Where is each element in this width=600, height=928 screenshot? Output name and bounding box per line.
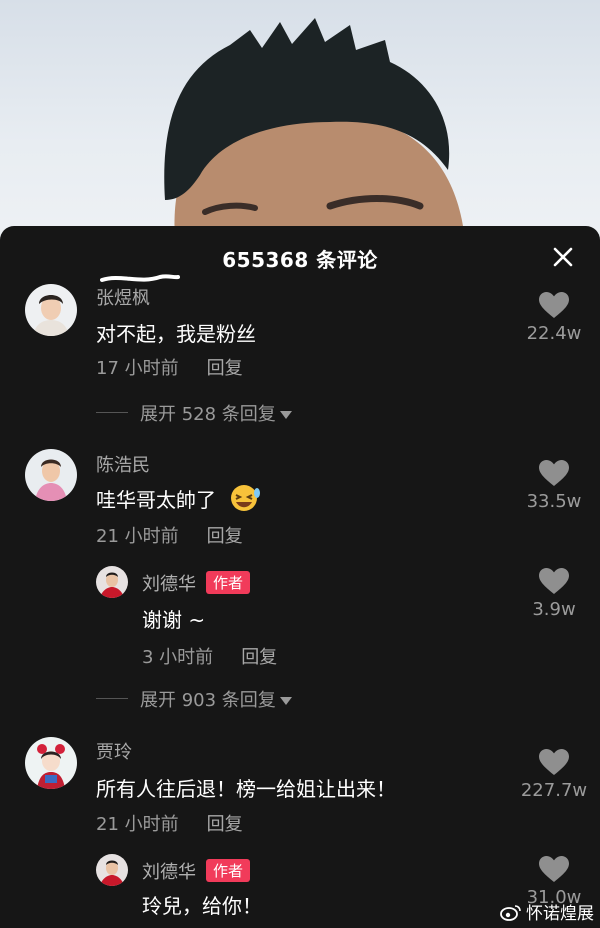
watermark-text: 怀诺煌展	[526, 904, 594, 924]
watermark: 怀诺煌展	[500, 899, 594, 924]
divider-line	[96, 698, 128, 699]
comment-text-row: 哇华哥太帥了	[96, 483, 262, 513]
reply-time: 3 小时前	[142, 647, 214, 668]
like-count: 3.9w	[532, 599, 576, 620]
reply-text: 谢谢 ~	[142, 608, 206, 632]
like-button[interactable]: 3.9w	[516, 568, 592, 620]
comment-username[interactable]: 张煜枫	[96, 284, 150, 310]
like-count: 33.5w	[526, 491, 582, 512]
reply-button[interactable]: 回复	[207, 358, 243, 379]
laughing-emoji-icon	[231, 485, 261, 511]
comments-sheet: 655368 条评论 张煜枫 对不起，我是粉丝 17 小时前 回复 22.4w …	[0, 226, 600, 928]
reply-username[interactable]: 刘德华	[142, 574, 196, 595]
avatar[interactable]	[25, 284, 77, 336]
comment-text: 所有人往后退！榜一给姐让出来！	[96, 777, 396, 801]
heart-icon	[539, 856, 569, 882]
comment-meta: 17 小时前 回复	[96, 354, 243, 380]
comment-username[interactable]: 陈浩民	[96, 451, 150, 477]
reply-username-row: 刘德华 作者	[142, 858, 251, 884]
avatar[interactable]	[25, 737, 77, 789]
close-icon[interactable]	[552, 246, 574, 268]
comment-text: 哇华哥太帥了	[96, 488, 216, 512]
heart-icon	[539, 292, 569, 318]
heart-icon	[539, 568, 569, 594]
caret-down-icon	[279, 411, 292, 419]
reply-text: 玲兒，给你！	[142, 894, 262, 918]
like-button[interactable]: 33.5w	[516, 460, 592, 512]
comment-meta: 21 小时前 回复	[96, 810, 243, 836]
comments-count-title: 655368 条评论	[222, 248, 378, 272]
like-count: 227.7w	[520, 780, 588, 801]
like-count: 22.4w	[526, 323, 582, 344]
like-button[interactable]: 227.7w	[516, 749, 592, 801]
avatar[interactable]	[25, 449, 77, 501]
like-button[interactable]: 22.4w	[516, 292, 592, 344]
heart-icon	[539, 460, 569, 486]
weibo-logo-icon	[500, 904, 521, 921]
reply-button[interactable]: 回复	[241, 647, 277, 668]
comments-header: 655368 条评论	[0, 226, 600, 288]
comment-meta: 21 小时前 回复	[96, 522, 243, 548]
video-person-image	[164, 18, 465, 240]
reply-meta: 3 小时前 回复	[142, 643, 277, 669]
comment-text: 对不起，我是粉丝	[96, 322, 256, 346]
avatar[interactable]	[96, 854, 128, 886]
author-badge: 作者	[206, 571, 251, 594]
comment-time: 21 小时前	[96, 526, 179, 547]
expand-replies-label: 展开 903 条回复	[140, 690, 276, 711]
screenshot: 655368 条评论 张煜枫 对不起，我是粉丝 17 小时前 回复 22.4w …	[0, 0, 600, 928]
heart-icon	[539, 749, 569, 775]
comment-time: 17 小时前	[96, 358, 179, 379]
reply-username[interactable]: 刘德华	[142, 862, 196, 883]
comment-time: 21 小时前	[96, 814, 179, 835]
video-frame[interactable]	[0, 0, 600, 240]
avatar[interactable]	[96, 566, 128, 598]
reply-username-row: 刘德华 作者	[142, 570, 251, 596]
reply-button[interactable]: 回复	[207, 526, 243, 547]
author-badge: 作者	[206, 859, 251, 882]
divider-line	[96, 412, 128, 413]
reply-button[interactable]: 回复	[207, 814, 243, 835]
expand-replies-label: 展开 528 条回复	[140, 404, 276, 425]
comment-username[interactable]: 贾玲	[96, 738, 132, 764]
caret-down-icon	[279, 697, 292, 705]
